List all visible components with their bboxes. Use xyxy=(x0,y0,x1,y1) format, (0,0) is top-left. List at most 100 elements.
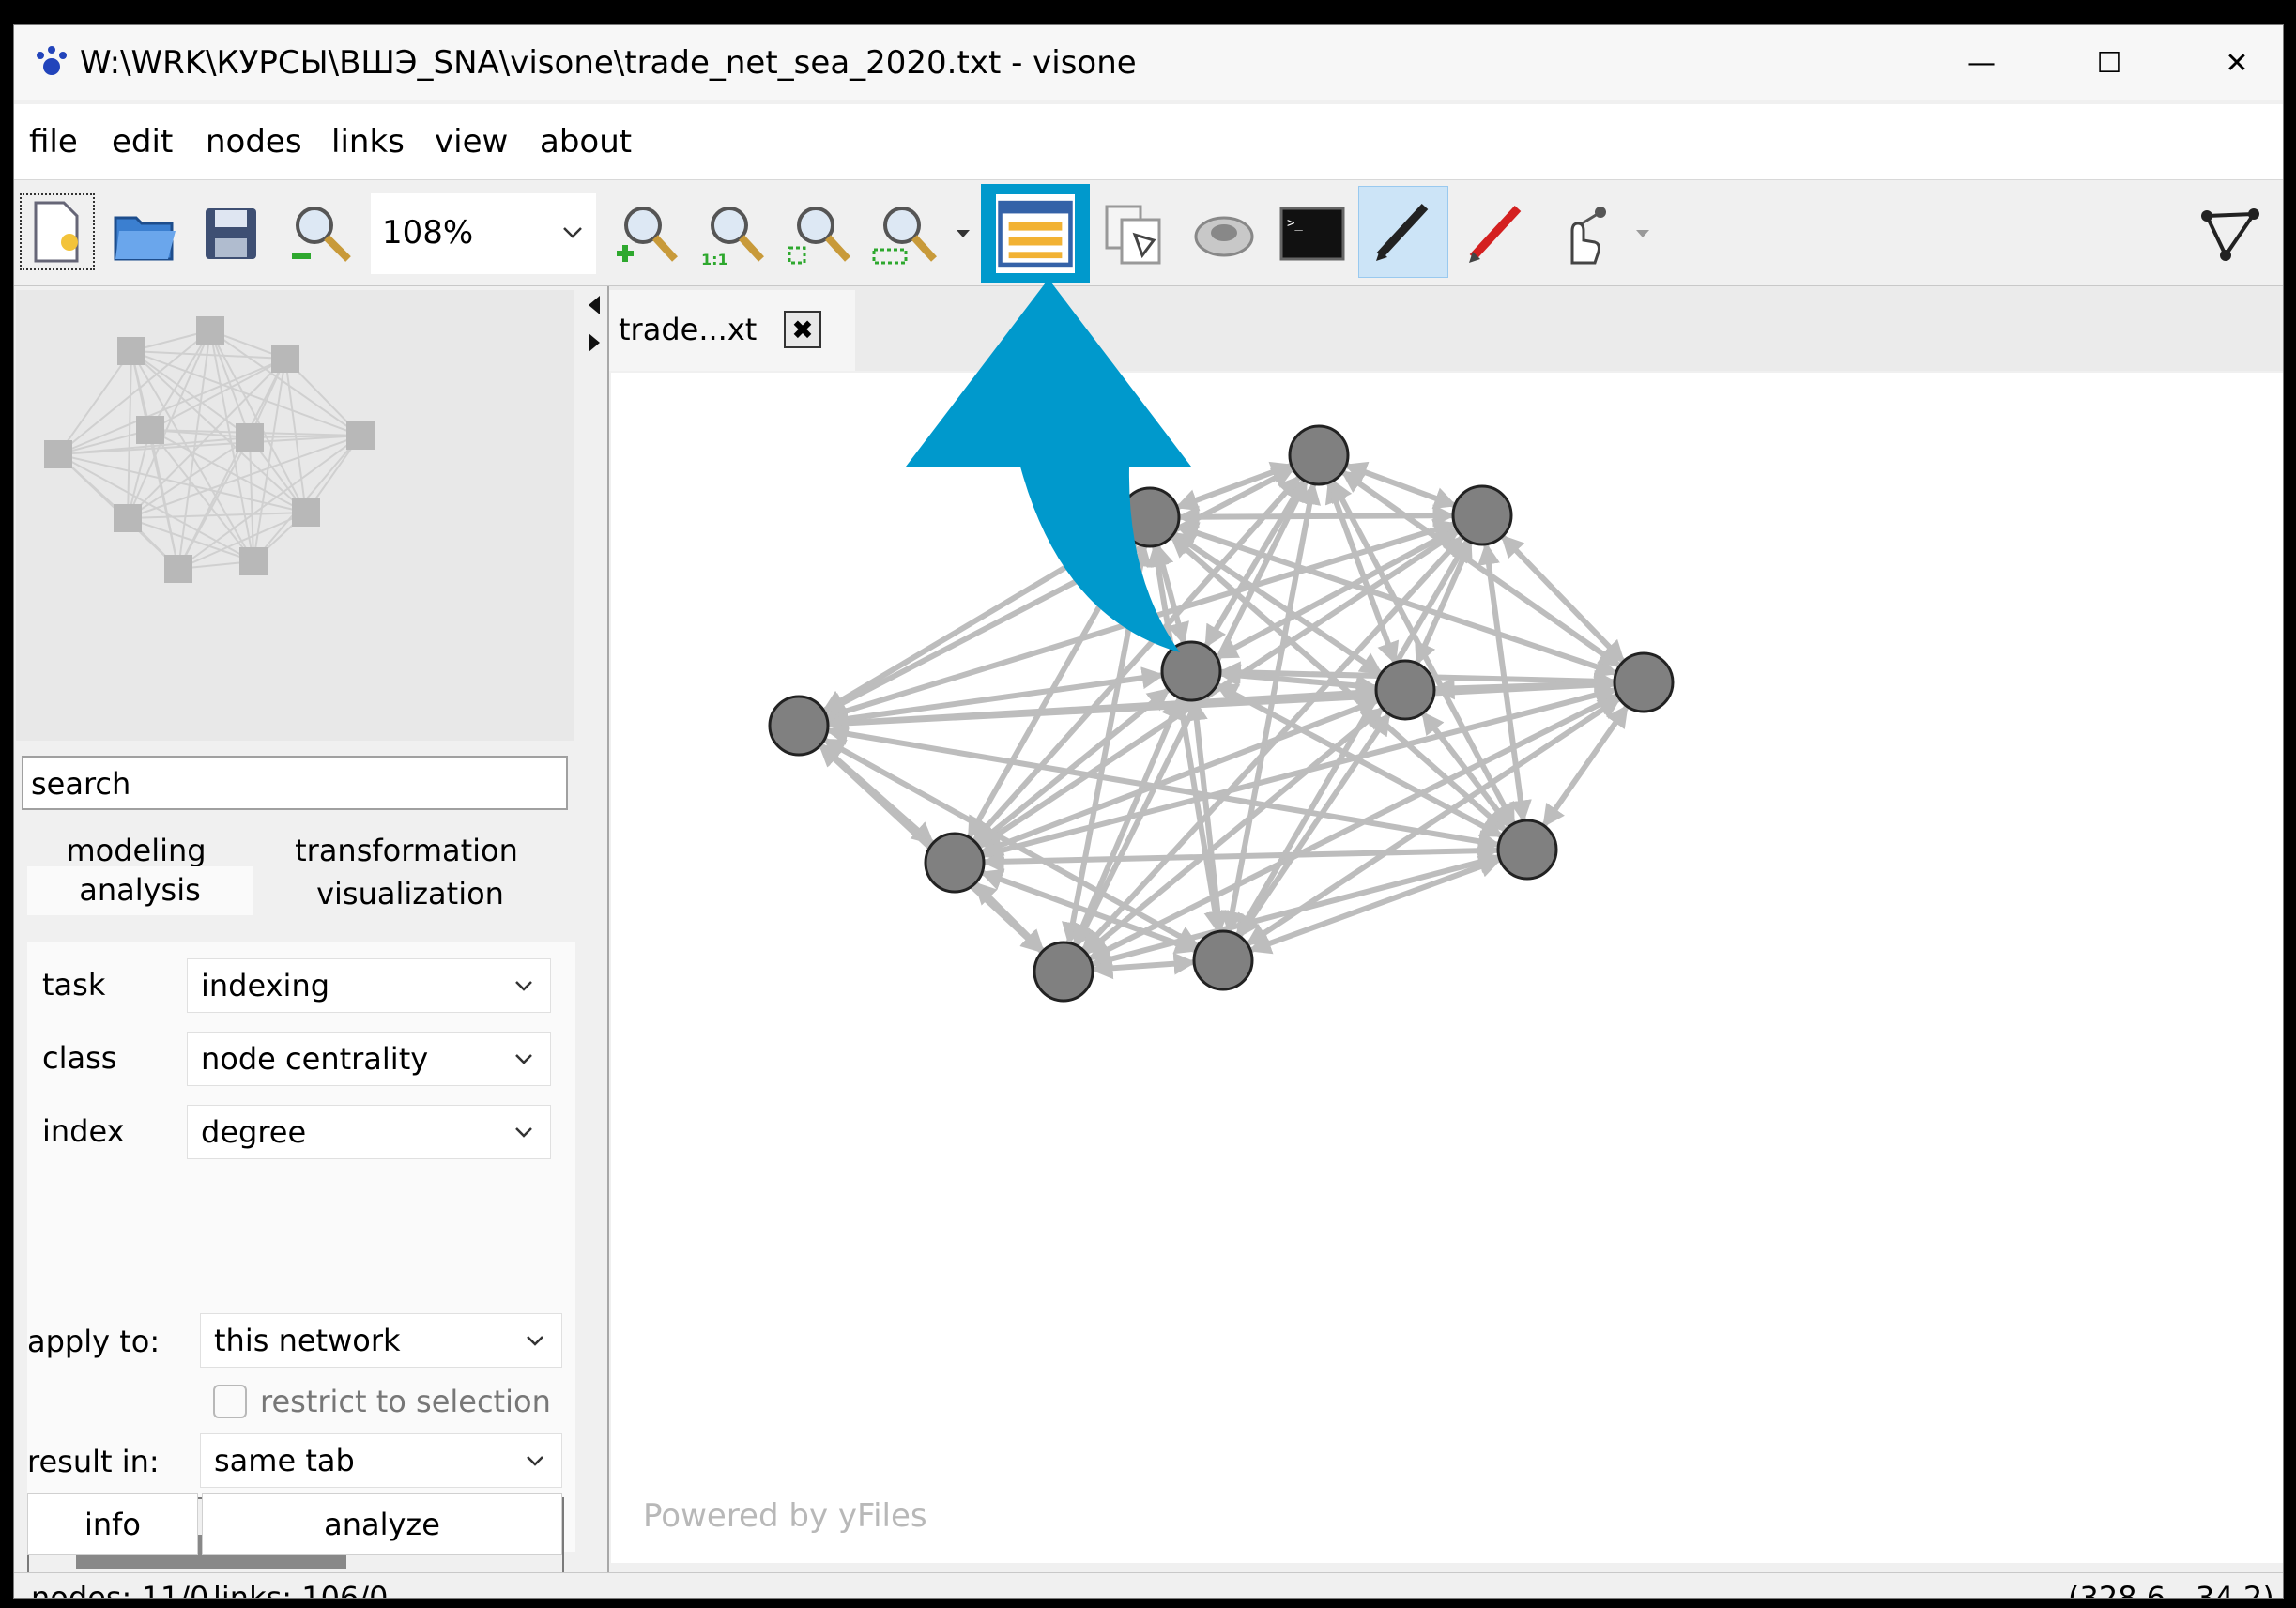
apply-to-value: this network xyxy=(214,1323,401,1358)
task-label: task xyxy=(42,967,106,1003)
interaction-mode-button[interactable] xyxy=(1542,193,1623,274)
network-node[interactable] xyxy=(768,695,830,757)
zoom-fit-icon xyxy=(788,207,850,265)
index-value: degree xyxy=(201,1114,307,1150)
callout-arrow-icon xyxy=(906,279,1191,652)
window-title: W:\WRK\КУРСЫ\ВШЭ_SNA\visone\trade_net_se… xyxy=(80,44,1137,82)
left-panel: search modeling transformation analysis … xyxy=(14,286,577,1576)
class-select[interactable]: node centrality xyxy=(187,1032,551,1086)
result-in-label: result in: xyxy=(27,1444,160,1479)
zoom-in-icon xyxy=(617,207,678,262)
save-icon xyxy=(206,208,256,259)
network-graph[interactable] xyxy=(611,373,2283,1563)
menu-bar: file edit nodes links view about xyxy=(14,104,2283,179)
close-button[interactable]: ✕ xyxy=(2173,25,2283,100)
network-overview[interactable] xyxy=(16,290,574,741)
document-tab[interactable]: trade...xt ✖ xyxy=(609,290,855,371)
overview-node xyxy=(236,423,264,452)
network-edge[interactable] xyxy=(1090,952,1197,980)
network-canvas[interactable] xyxy=(611,373,2283,1563)
link-count: links: 106/0 xyxy=(213,1580,389,1599)
network-node[interactable] xyxy=(1374,659,1436,721)
class-label: class xyxy=(42,1040,117,1076)
zoom-dropdown-arrow-icon[interactable] xyxy=(955,225,972,242)
document-tab-label: trade...xt xyxy=(619,312,758,347)
zoom-level-select[interactable]: 108% xyxy=(371,193,596,274)
search-placeholder: search xyxy=(31,766,131,802)
menu-view[interactable]: view xyxy=(435,123,508,161)
app-window: W:\WRK\КУРСЫ\ВШЭ_SNA\visone\trade_net_se… xyxy=(13,24,2284,1599)
maximize-button[interactable]: ☐ xyxy=(2045,25,2173,100)
menu-edit[interactable]: edit xyxy=(112,123,173,161)
network-edge[interactable] xyxy=(1247,855,1503,955)
result-in-select[interactable]: same tab xyxy=(200,1433,562,1488)
overview-node xyxy=(239,547,268,575)
network-node[interactable] xyxy=(1613,651,1675,713)
network-edge[interactable] xyxy=(979,697,1381,856)
layout-icon xyxy=(1194,216,1254,257)
graph-button[interactable] xyxy=(2190,193,2271,274)
minimize-button[interactable]: — xyxy=(1918,25,2045,100)
info-button[interactable]: info xyxy=(27,1493,198,1555)
chevron-down-icon xyxy=(563,227,582,238)
tab-transformation[interactable]: transformation xyxy=(249,827,564,874)
menu-links[interactable]: links xyxy=(331,123,405,161)
close-tab-icon[interactable]: ✖ xyxy=(784,311,821,348)
index-select[interactable]: degree xyxy=(187,1105,551,1159)
menu-about[interactable]: about xyxy=(540,123,632,161)
chevron-down-icon xyxy=(515,1054,532,1064)
menu-nodes[interactable]: nodes xyxy=(206,123,302,161)
analyze-button[interactable]: analyze xyxy=(202,1493,562,1555)
overview-node xyxy=(44,440,72,468)
mode-dropdown-arrow-icon[interactable] xyxy=(1634,225,1651,242)
restrict-checkbox[interactable] xyxy=(213,1385,247,1418)
network-node[interactable] xyxy=(1192,929,1254,991)
new-file-button[interactable] xyxy=(20,193,95,270)
zoom-out-button[interactable] xyxy=(283,193,363,274)
zoom-actual-icon: 1:1 xyxy=(701,207,764,268)
overview-node xyxy=(346,421,375,450)
svg-text:>_: >_ xyxy=(1287,216,1303,231)
overview-edge xyxy=(130,350,361,436)
collapse-arrows-icon[interactable] xyxy=(583,292,605,358)
chevron-down-icon xyxy=(515,981,532,991)
save-button[interactable] xyxy=(191,193,271,274)
network-edge[interactable] xyxy=(1324,480,1400,666)
open-button[interactable] xyxy=(104,193,185,274)
network-node[interactable] xyxy=(1288,424,1350,486)
overview-node xyxy=(292,498,320,527)
chevron-down-icon xyxy=(527,1336,543,1346)
menu-file[interactable]: file xyxy=(29,123,78,161)
open-folder-icon xyxy=(114,216,176,261)
powered-by-watermark: Powered by yFiles xyxy=(643,1497,927,1535)
svg-text:1:1: 1:1 xyxy=(701,251,728,268)
task-value: indexing xyxy=(201,968,330,1003)
tab-analysis[interactable]: analysis xyxy=(27,866,253,915)
chevron-down-icon xyxy=(515,1127,532,1138)
panel-splitter[interactable] xyxy=(581,286,609,1574)
overview-node xyxy=(196,316,224,345)
overview-node xyxy=(136,416,164,444)
network-node[interactable] xyxy=(1033,941,1094,1003)
search-input[interactable]: search xyxy=(22,756,568,810)
tab-visualization[interactable]: visualization xyxy=(256,870,564,917)
network-node[interactable] xyxy=(1451,484,1513,546)
task-select[interactable]: indexing xyxy=(187,958,551,1013)
hand-pointer-icon xyxy=(1570,207,1606,265)
cursor-coordinates: (328.6, -34.2) xyxy=(2068,1580,2274,1599)
apply-to-select[interactable]: this network xyxy=(200,1313,562,1368)
zoom-actual-size-button[interactable]: 1:1 xyxy=(694,193,774,274)
chevron-down-icon xyxy=(527,1456,543,1466)
red-pen-button[interactable] xyxy=(1456,193,1537,274)
zoom-fit-button[interactable] xyxy=(780,193,861,274)
edit-mode-button[interactable] xyxy=(1358,186,1448,278)
overview-node xyxy=(164,555,192,583)
title-bar: W:\WRK\КУРСЫ\ВШЭ_SNA\visone\trade_net_se… xyxy=(14,25,2283,100)
network-node[interactable] xyxy=(924,832,986,894)
red-pen-icon xyxy=(1469,205,1522,263)
network-node[interactable] xyxy=(1496,819,1558,881)
console-icon: >_ xyxy=(1279,207,1345,261)
zoom-in-button[interactable] xyxy=(607,193,688,274)
visone-app-icon xyxy=(37,46,67,75)
class-value: node centrality xyxy=(201,1041,429,1077)
